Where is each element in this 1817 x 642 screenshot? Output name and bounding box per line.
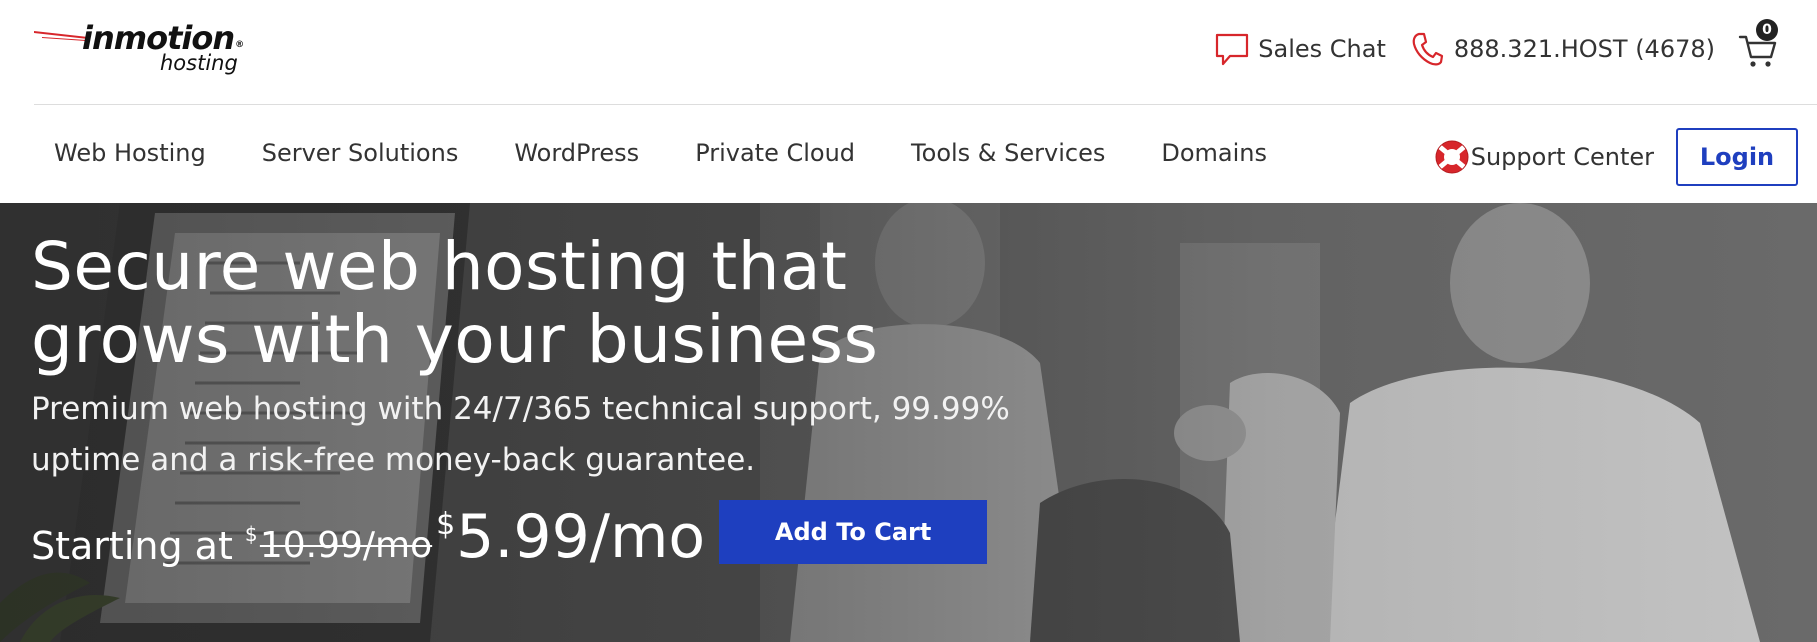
hero-content: Secure web hosting that grows with your … bbox=[31, 230, 1131, 568]
old-price-amount: 10.99/mo bbox=[259, 525, 433, 566]
nav-item-domains[interactable]: Domains bbox=[1133, 133, 1295, 173]
phone-icon bbox=[1412, 32, 1443, 66]
nav-item-web-hosting[interactable]: Web Hosting bbox=[26, 133, 234, 173]
login-button[interactable]: Login bbox=[1676, 128, 1798, 186]
phone-number: 888.321.HOST (4678) bbox=[1453, 35, 1715, 63]
price-row: Starting at $10.99/mo $5.99/mo Add To Ca… bbox=[31, 498, 1131, 568]
nav-item-wordpress[interactable]: WordPress bbox=[486, 133, 667, 173]
nav-item-server-solutions[interactable]: Server Solutions bbox=[234, 133, 487, 173]
support-center-link[interactable]: Support Center bbox=[1433, 138, 1654, 176]
support-center-label: Support Center bbox=[1470, 143, 1654, 171]
top-actions: Sales Chat 888.321.HOST (4678) 0 bbox=[1214, 19, 1817, 70]
chat-bubble-icon bbox=[1216, 33, 1249, 66]
hero-title: Secure web hosting that grows with your … bbox=[31, 230, 1131, 376]
main-navigation: Web Hosting Server Solutions WordPress P… bbox=[0, 105, 1817, 203]
nav-item-private-cloud[interactable]: Private Cloud bbox=[667, 133, 883, 173]
top-bar: inmotion® hosting Sales Chat 888.321.HOS… bbox=[0, 0, 1817, 104]
new-price-currency: $ bbox=[436, 507, 456, 542]
hero-title-line-1: Secure web hosting that bbox=[31, 228, 848, 305]
add-to-cart-button[interactable]: Add To Cart bbox=[719, 500, 988, 564]
old-price-currency: $ bbox=[244, 522, 258, 546]
lifebuoy-icon bbox=[1435, 140, 1469, 174]
logo-subtitle: hosting bbox=[160, 51, 238, 75]
phone-link[interactable]: 888.321.HOST (4678) bbox=[1410, 31, 1715, 67]
hero-title-line-2: grows with your business bbox=[31, 301, 879, 378]
inmotion-hosting-logo[interactable]: inmotion® hosting bbox=[34, 18, 264, 80]
cart-count-badge: 0 bbox=[1756, 19, 1778, 41]
starting-at-label: Starting at bbox=[31, 524, 233, 568]
nav-right: Support Center Login bbox=[1433, 127, 1798, 187]
new-price-amount: 5.99/mo bbox=[456, 502, 706, 572]
cart-button[interactable]: 0 bbox=[1737, 19, 1779, 70]
hero-subtitle: Premium web hosting with 24/7/365 techni… bbox=[31, 391, 1010, 478]
old-price: $10.99/mo bbox=[245, 522, 433, 568]
sales-chat-link[interactable]: Sales Chat bbox=[1214, 31, 1386, 67]
nav-item-tools-services[interactable]: Tools & Services bbox=[883, 133, 1133, 173]
sales-chat-label: Sales Chat bbox=[1258, 35, 1386, 63]
hero-banner: Secure web hosting that grows with your … bbox=[0, 203, 1817, 642]
new-price: $5.99/mo bbox=[436, 506, 705, 568]
nav-menu: Web Hosting Server Solutions WordPress P… bbox=[26, 133, 1295, 173]
